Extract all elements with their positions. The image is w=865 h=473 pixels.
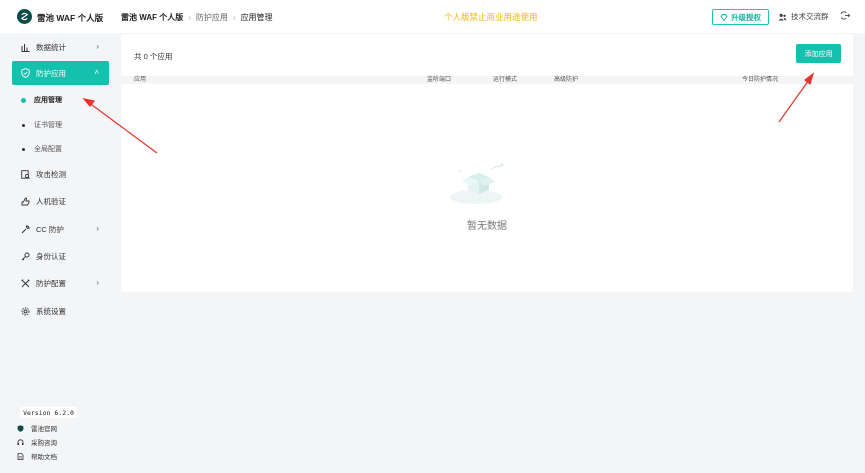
footer-link-purchase[interactable]: 采购咨询 [17, 437, 57, 447]
tech-group-label: 技术交流群 [791, 12, 829, 21]
add-app-button[interactable]: 添加应用 [796, 44, 841, 63]
headset-icon [17, 438, 24, 446]
tools-icon [20, 278, 30, 288]
hand-icon [20, 196, 30, 206]
breadcrumb-current: 应用管理 [240, 13, 273, 22]
gear-icon [20, 306, 30, 316]
shield-icon [20, 68, 30, 78]
column-app[interactable]: 应用 [134, 76, 146, 84]
wrench-icon [20, 224, 30, 234]
breadcrumb-root[interactable]: 雷池 WAF 个人版 [121, 12, 183, 23]
empty-state-text: 暂无数据 [467, 221, 507, 232]
footer-link-label: 采购咨询 [31, 440, 57, 447]
version-badge: Version 6.2.0 [20, 407, 77, 418]
tech-group-link[interactable]: 技术交流群 [778, 11, 829, 22]
breadcrumb-separator-icon: › [232, 13, 236, 22]
sidebar-item-protected-apps[interactable]: 防护应用 ˄ [12, 61, 109, 85]
sidebar-item-label: 身份认证 [36, 251, 66, 261]
empty-box-icon [446, 159, 508, 209]
sidebar-subitem-certificates[interactable]: 证书管理 [22, 120, 62, 130]
upgrade-button[interactable]: 升级授权 [712, 9, 769, 25]
sidebar-subitem-global-config[interactable]: 全局配置 [22, 144, 62, 154]
breadcrumb-protection[interactable]: 防护应用 [196, 12, 228, 23]
sidebar-item-label: 攻击检测 [36, 169, 66, 179]
bullet-dot-icon [22, 123, 25, 127]
sidebar-item-label: 数据统计 [36, 42, 66, 52]
doc-icon [17, 452, 24, 460]
sidebar-item-identity-auth[interactable]: 身份认证 [12, 244, 109, 268]
logout-icon[interactable] [840, 11, 851, 22]
users-icon [778, 13, 787, 21]
footer-link-label: 帮助文档 [31, 454, 57, 461]
bullet-dot-icon [22, 147, 25, 151]
sidebar-item-label: 防护配置 [36, 278, 66, 288]
chevron-right-icon: › [96, 42, 99, 51]
upgrade-label: 升级授权 [731, 12, 761, 22]
sidebar-item-label: 防护应用 [36, 68, 66, 78]
footer-link-help-docs[interactable]: 帮助文档 [17, 451, 57, 461]
sidebar-subitem-label: 应用管理 [34, 97, 62, 104]
sidebar-item-cc-protection[interactable]: CC 防护 › [12, 217, 109, 241]
footer-link-label: 雷池官网 [31, 426, 57, 433]
column-today-protection[interactable]: 今日防护情况 [742, 76, 778, 84]
chevron-right-icon: › [96, 278, 99, 287]
logo-icon [17, 9, 32, 24]
shield-small-icon [17, 424, 24, 432]
app-count: 共 0 个应用 [134, 52, 173, 61]
sidebar-item-label: 人机验证 [36, 196, 66, 206]
bar-chart-icon [20, 42, 30, 52]
chevron-up-icon: ˄ [94, 68, 99, 77]
footer-link-official-site[interactable]: 雷池官网 [17, 423, 57, 433]
sidebar-subitem-label: 证书管理 [34, 122, 62, 129]
commercial-notice: 个人版禁止商业用途使用 [444, 12, 538, 22]
sidebar-item-statistics[interactable]: 数据统计 › [12, 35, 109, 59]
sidebar-item-label: CC 防护 [36, 224, 64, 234]
table-header: 应用 监听端口 运行模式 高级防护 今日防护情况 [121, 76, 853, 84]
diamond-icon [720, 13, 728, 21]
column-listen-port[interactable]: 监听端口 [427, 76, 451, 84]
column-advanced-protection[interactable]: 高级防护 [554, 76, 578, 84]
column-run-mode[interactable]: 运行模式 [493, 76, 517, 84]
chevron-right-icon: › [96, 224, 99, 233]
sidebar-subitem-label: 全局配置 [34, 146, 62, 153]
app-list-card: 共 0 个应用 添加应用 应用 监听端口 运行模式 高级防护 今日防护情况 暂无… [121, 34, 853, 292]
sidebar-item-attack-detection[interactable]: 攻击检测 [12, 162, 109, 186]
sidebar-item-label: 系统设置 [36, 306, 66, 316]
key-icon [20, 251, 30, 261]
logo-text: 雷池 WAF 个人版 [37, 13, 104, 23]
breadcrumb-separator-icon: › [188, 13, 191, 22]
breadcrumb: 雷池 WAF 个人版 › 防护应用 › 应用管理 [121, 12, 273, 23]
sidebar-item-system-settings[interactable]: 系统设置 [12, 299, 109, 323]
sidebar-item-human-verification[interactable]: 人机验证 [12, 189, 109, 213]
sidebar-item-protection-config[interactable]: 防护配置 › [12, 271, 109, 295]
sidebar-subitem-app-management[interactable]: 应用管理 [21, 95, 62, 105]
detect-icon [20, 169, 30, 179]
active-dot-icon [21, 97, 26, 103]
